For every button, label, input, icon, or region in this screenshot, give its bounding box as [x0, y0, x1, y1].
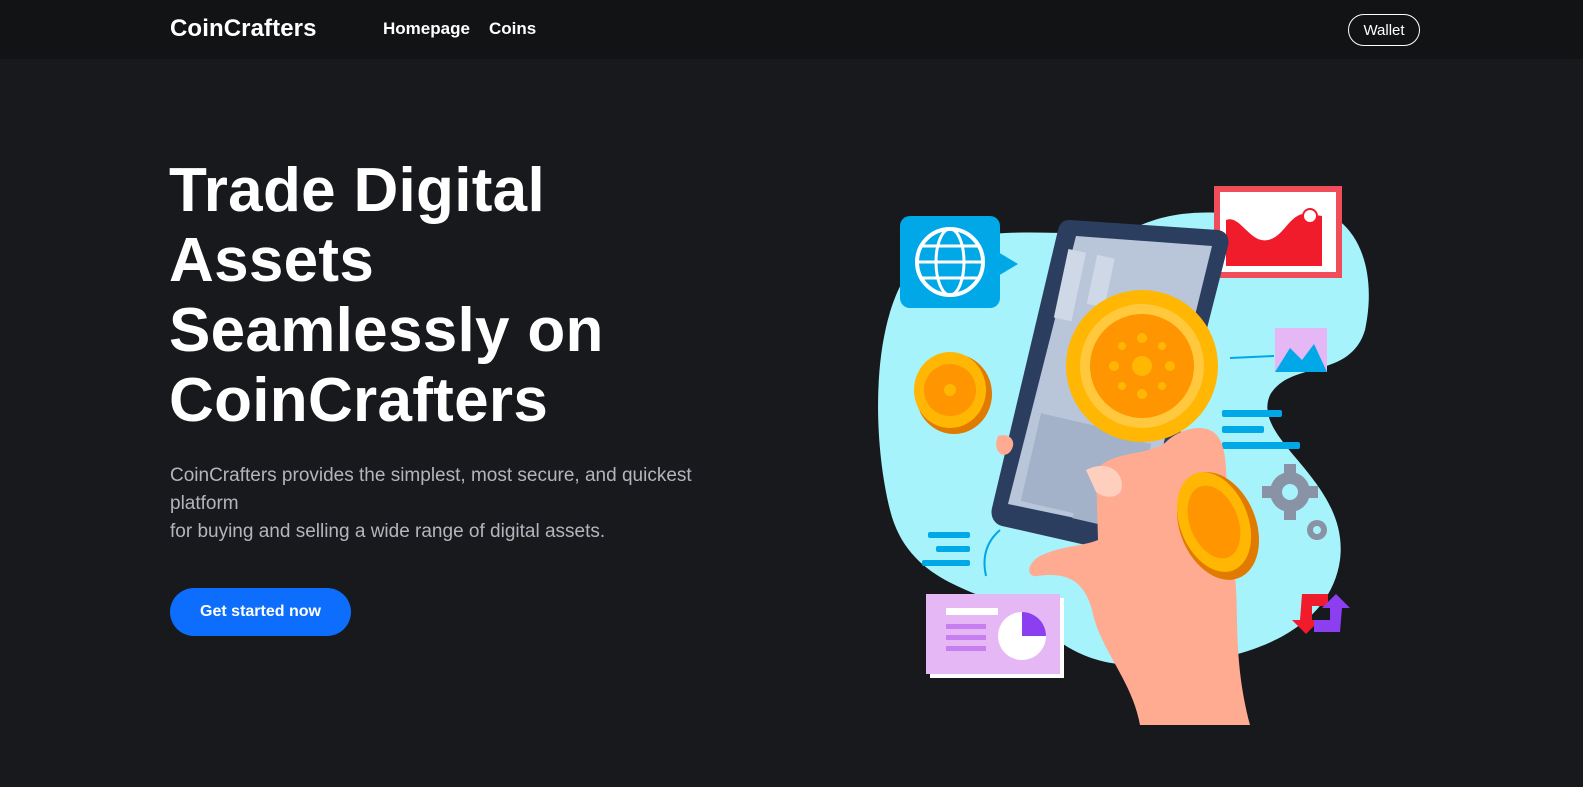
pie-chart-card-icon [926, 594, 1064, 678]
hero-description: CoinCrafters provides the simplest, most… [170, 462, 750, 546]
nav-link-coins[interactable]: Coins [489, 19, 536, 39]
nav-link-homepage[interactable]: Homepage [383, 19, 470, 39]
hero-title-line: Assets [169, 226, 375, 295]
text-lines-icon [1222, 410, 1300, 449]
chart-card-icon [1214, 186, 1342, 278]
hero-title: Trade Digital Assets Seamlessly on CoinC… [169, 156, 769, 436]
brand-logo[interactable]: CoinCrafters [170, 15, 317, 43]
hero-description-line: platform [170, 493, 239, 514]
get-started-button[interactable]: Get started now [170, 588, 351, 636]
hero-description-line: CoinCrafters provides the simplest, most… [170, 465, 692, 486]
hero-description-line: for buying and selling a wide range of d… [170, 521, 606, 542]
coin-icon [1066, 290, 1218, 442]
hero-title-line: Trade Digital [169, 156, 545, 225]
hero-title-line: CoinCrafters [169, 366, 549, 435]
hero-title-line: Seamlessly on [169, 296, 604, 365]
hero-illustration [878, 186, 1369, 725]
top-navbar: CoinCrafters Homepage Coins Wallet [0, 0, 1583, 59]
wallet-button[interactable]: Wallet [1348, 14, 1420, 46]
